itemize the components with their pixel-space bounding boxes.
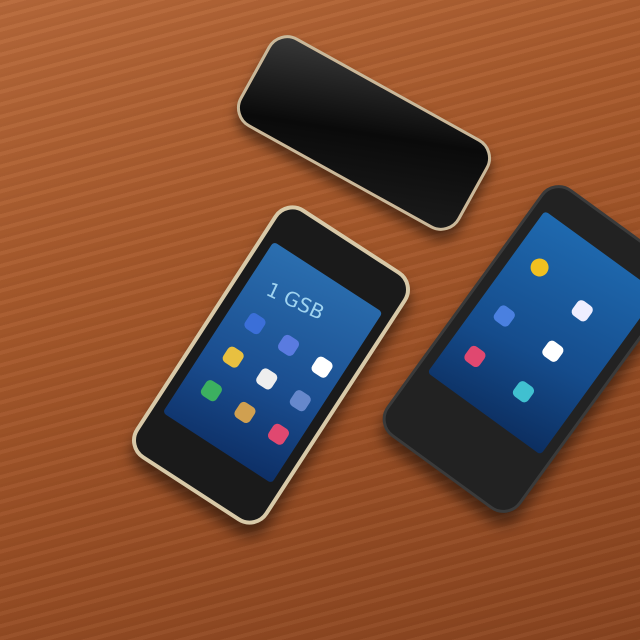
app-icon bbox=[198, 378, 224, 404]
app-icon bbox=[462, 343, 488, 370]
app-icon bbox=[526, 254, 553, 281]
app-icon bbox=[309, 354, 335, 380]
app-icon bbox=[491, 303, 517, 329]
app-icon bbox=[569, 298, 595, 324]
app-icon bbox=[287, 388, 313, 414]
app-icon bbox=[242, 311, 268, 337]
app-icon bbox=[266, 421, 291, 447]
app-icon bbox=[276, 332, 301, 358]
clock-text: 1 GSB bbox=[262, 277, 329, 325]
app-icon bbox=[220, 344, 246, 370]
app-icon bbox=[232, 400, 258, 425]
app-icon bbox=[254, 366, 280, 392]
app-icon bbox=[510, 379, 537, 405]
app-icon bbox=[540, 338, 566, 364]
